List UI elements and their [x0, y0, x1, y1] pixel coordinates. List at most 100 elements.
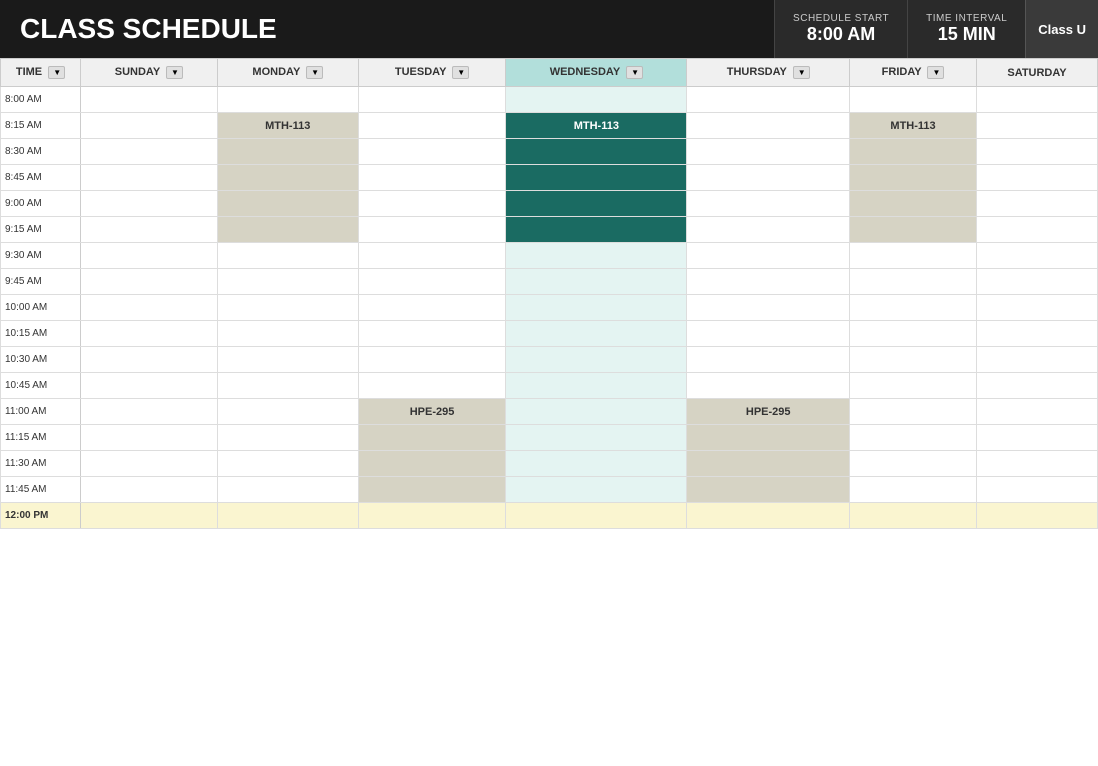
cell-sun[interactable] [81, 503, 218, 529]
cell-sun[interactable] [81, 269, 218, 295]
cell-tue[interactable] [358, 243, 506, 269]
cell-mon[interactable] [217, 347, 358, 373]
cell-mon[interactable] [217, 165, 358, 191]
cell-sun[interactable] [81, 139, 218, 165]
cell-thu[interactable] [687, 425, 850, 451]
cell-tue[interactable] [358, 165, 506, 191]
cell-fri[interactable] [850, 477, 977, 503]
cell-wed[interactable] [506, 217, 687, 243]
cell-mon[interactable]: MTH-113 [217, 113, 358, 139]
cell-wed[interactable] [506, 451, 687, 477]
monday-filter-button[interactable]: ▼ [306, 66, 323, 79]
cell-sun[interactable] [81, 87, 218, 113]
cell-fri[interactable] [850, 191, 977, 217]
cell-sun[interactable] [81, 425, 218, 451]
cell-tue[interactable] [358, 373, 506, 399]
cell-mon[interactable] [217, 269, 358, 295]
cell-sat[interactable] [977, 217, 1098, 243]
cell-thu[interactable] [687, 503, 850, 529]
cell-thu[interactable] [687, 295, 850, 321]
cell-fri[interactable] [850, 217, 977, 243]
wednesday-filter-button[interactable]: ▼ [626, 66, 643, 79]
cell-thu[interactable] [687, 347, 850, 373]
cell-sun[interactable] [81, 165, 218, 191]
cell-mon[interactable] [217, 477, 358, 503]
cell-sat[interactable] [977, 113, 1098, 139]
cell-mon[interactable] [217, 373, 358, 399]
cell-tue[interactable] [358, 425, 506, 451]
cell-thu[interactable] [687, 321, 850, 347]
tuesday-filter-button[interactable]: ▼ [452, 66, 469, 79]
cell-thu[interactable] [687, 373, 850, 399]
cell-tue[interactable] [358, 87, 506, 113]
cell-fri[interactable] [850, 399, 977, 425]
cell-sun[interactable] [81, 321, 218, 347]
cell-tue[interactable] [358, 451, 506, 477]
cell-sun[interactable] [81, 451, 218, 477]
cell-wed[interactable]: MTH-113 [506, 113, 687, 139]
cell-fri[interactable] [850, 295, 977, 321]
cell-sat[interactable] [977, 451, 1098, 477]
cell-tue[interactable] [358, 477, 506, 503]
cell-tue[interactable]: HPE-295 [358, 399, 506, 425]
cell-wed[interactable] [506, 399, 687, 425]
cell-wed[interactable] [506, 347, 687, 373]
cell-wed[interactable] [506, 165, 687, 191]
cell-sun[interactable] [81, 191, 218, 217]
cell-sat[interactable] [977, 295, 1098, 321]
cell-fri[interactable] [850, 139, 977, 165]
cell-fri[interactable] [850, 243, 977, 269]
cell-tue[interactable] [358, 295, 506, 321]
cell-fri[interactable]: MTH-113 [850, 113, 977, 139]
cell-wed[interactable] [506, 243, 687, 269]
cell-thu[interactable] [687, 165, 850, 191]
cell-wed[interactable] [506, 191, 687, 217]
cell-tue[interactable] [358, 217, 506, 243]
cell-mon[interactable] [217, 503, 358, 529]
cell-tue[interactable] [358, 113, 506, 139]
cell-sun[interactable] [81, 295, 218, 321]
friday-filter-button[interactable]: ▼ [927, 66, 944, 79]
cell-tue[interactable] [358, 347, 506, 373]
cell-thu[interactable] [687, 87, 850, 113]
cell-mon[interactable] [217, 425, 358, 451]
cell-thu[interactable] [687, 139, 850, 165]
cell-fri[interactable] [850, 165, 977, 191]
cell-thu[interactable] [687, 477, 850, 503]
cell-thu[interactable] [687, 243, 850, 269]
cell-sat[interactable] [977, 87, 1098, 113]
cell-wed[interactable] [506, 269, 687, 295]
sunday-filter-button[interactable]: ▼ [166, 66, 183, 79]
cell-mon[interactable] [217, 191, 358, 217]
cell-sun[interactable] [81, 347, 218, 373]
cell-sat[interactable] [977, 503, 1098, 529]
cell-sat[interactable] [977, 347, 1098, 373]
cell-thu[interactable] [687, 269, 850, 295]
cell-wed[interactable] [506, 477, 687, 503]
thursday-filter-button[interactable]: ▼ [793, 66, 810, 79]
cell-mon[interactable] [217, 295, 358, 321]
cell-fri[interactable] [850, 451, 977, 477]
cell-sat[interactable] [977, 165, 1098, 191]
cell-wed[interactable] [506, 425, 687, 451]
cell-sat[interactable] [977, 191, 1098, 217]
cell-thu[interactable] [687, 217, 850, 243]
cell-tue[interactable] [358, 503, 506, 529]
cell-wed[interactable] [506, 295, 687, 321]
cell-thu[interactable] [687, 113, 850, 139]
cell-thu[interactable] [687, 451, 850, 477]
cell-sun[interactable] [81, 113, 218, 139]
cell-wed[interactable] [506, 503, 687, 529]
cell-wed[interactable] [506, 321, 687, 347]
cell-sat[interactable] [977, 373, 1098, 399]
cell-fri[interactable] [850, 321, 977, 347]
cell-sun[interactable] [81, 477, 218, 503]
cell-mon[interactable] [217, 87, 358, 113]
cell-mon[interactable] [217, 321, 358, 347]
cell-mon[interactable] [217, 399, 358, 425]
cell-mon[interactable] [217, 243, 358, 269]
cell-sat[interactable] [977, 321, 1098, 347]
cell-mon[interactable] [217, 451, 358, 477]
cell-sun[interactable] [81, 373, 218, 399]
cell-sat[interactable] [977, 399, 1098, 425]
